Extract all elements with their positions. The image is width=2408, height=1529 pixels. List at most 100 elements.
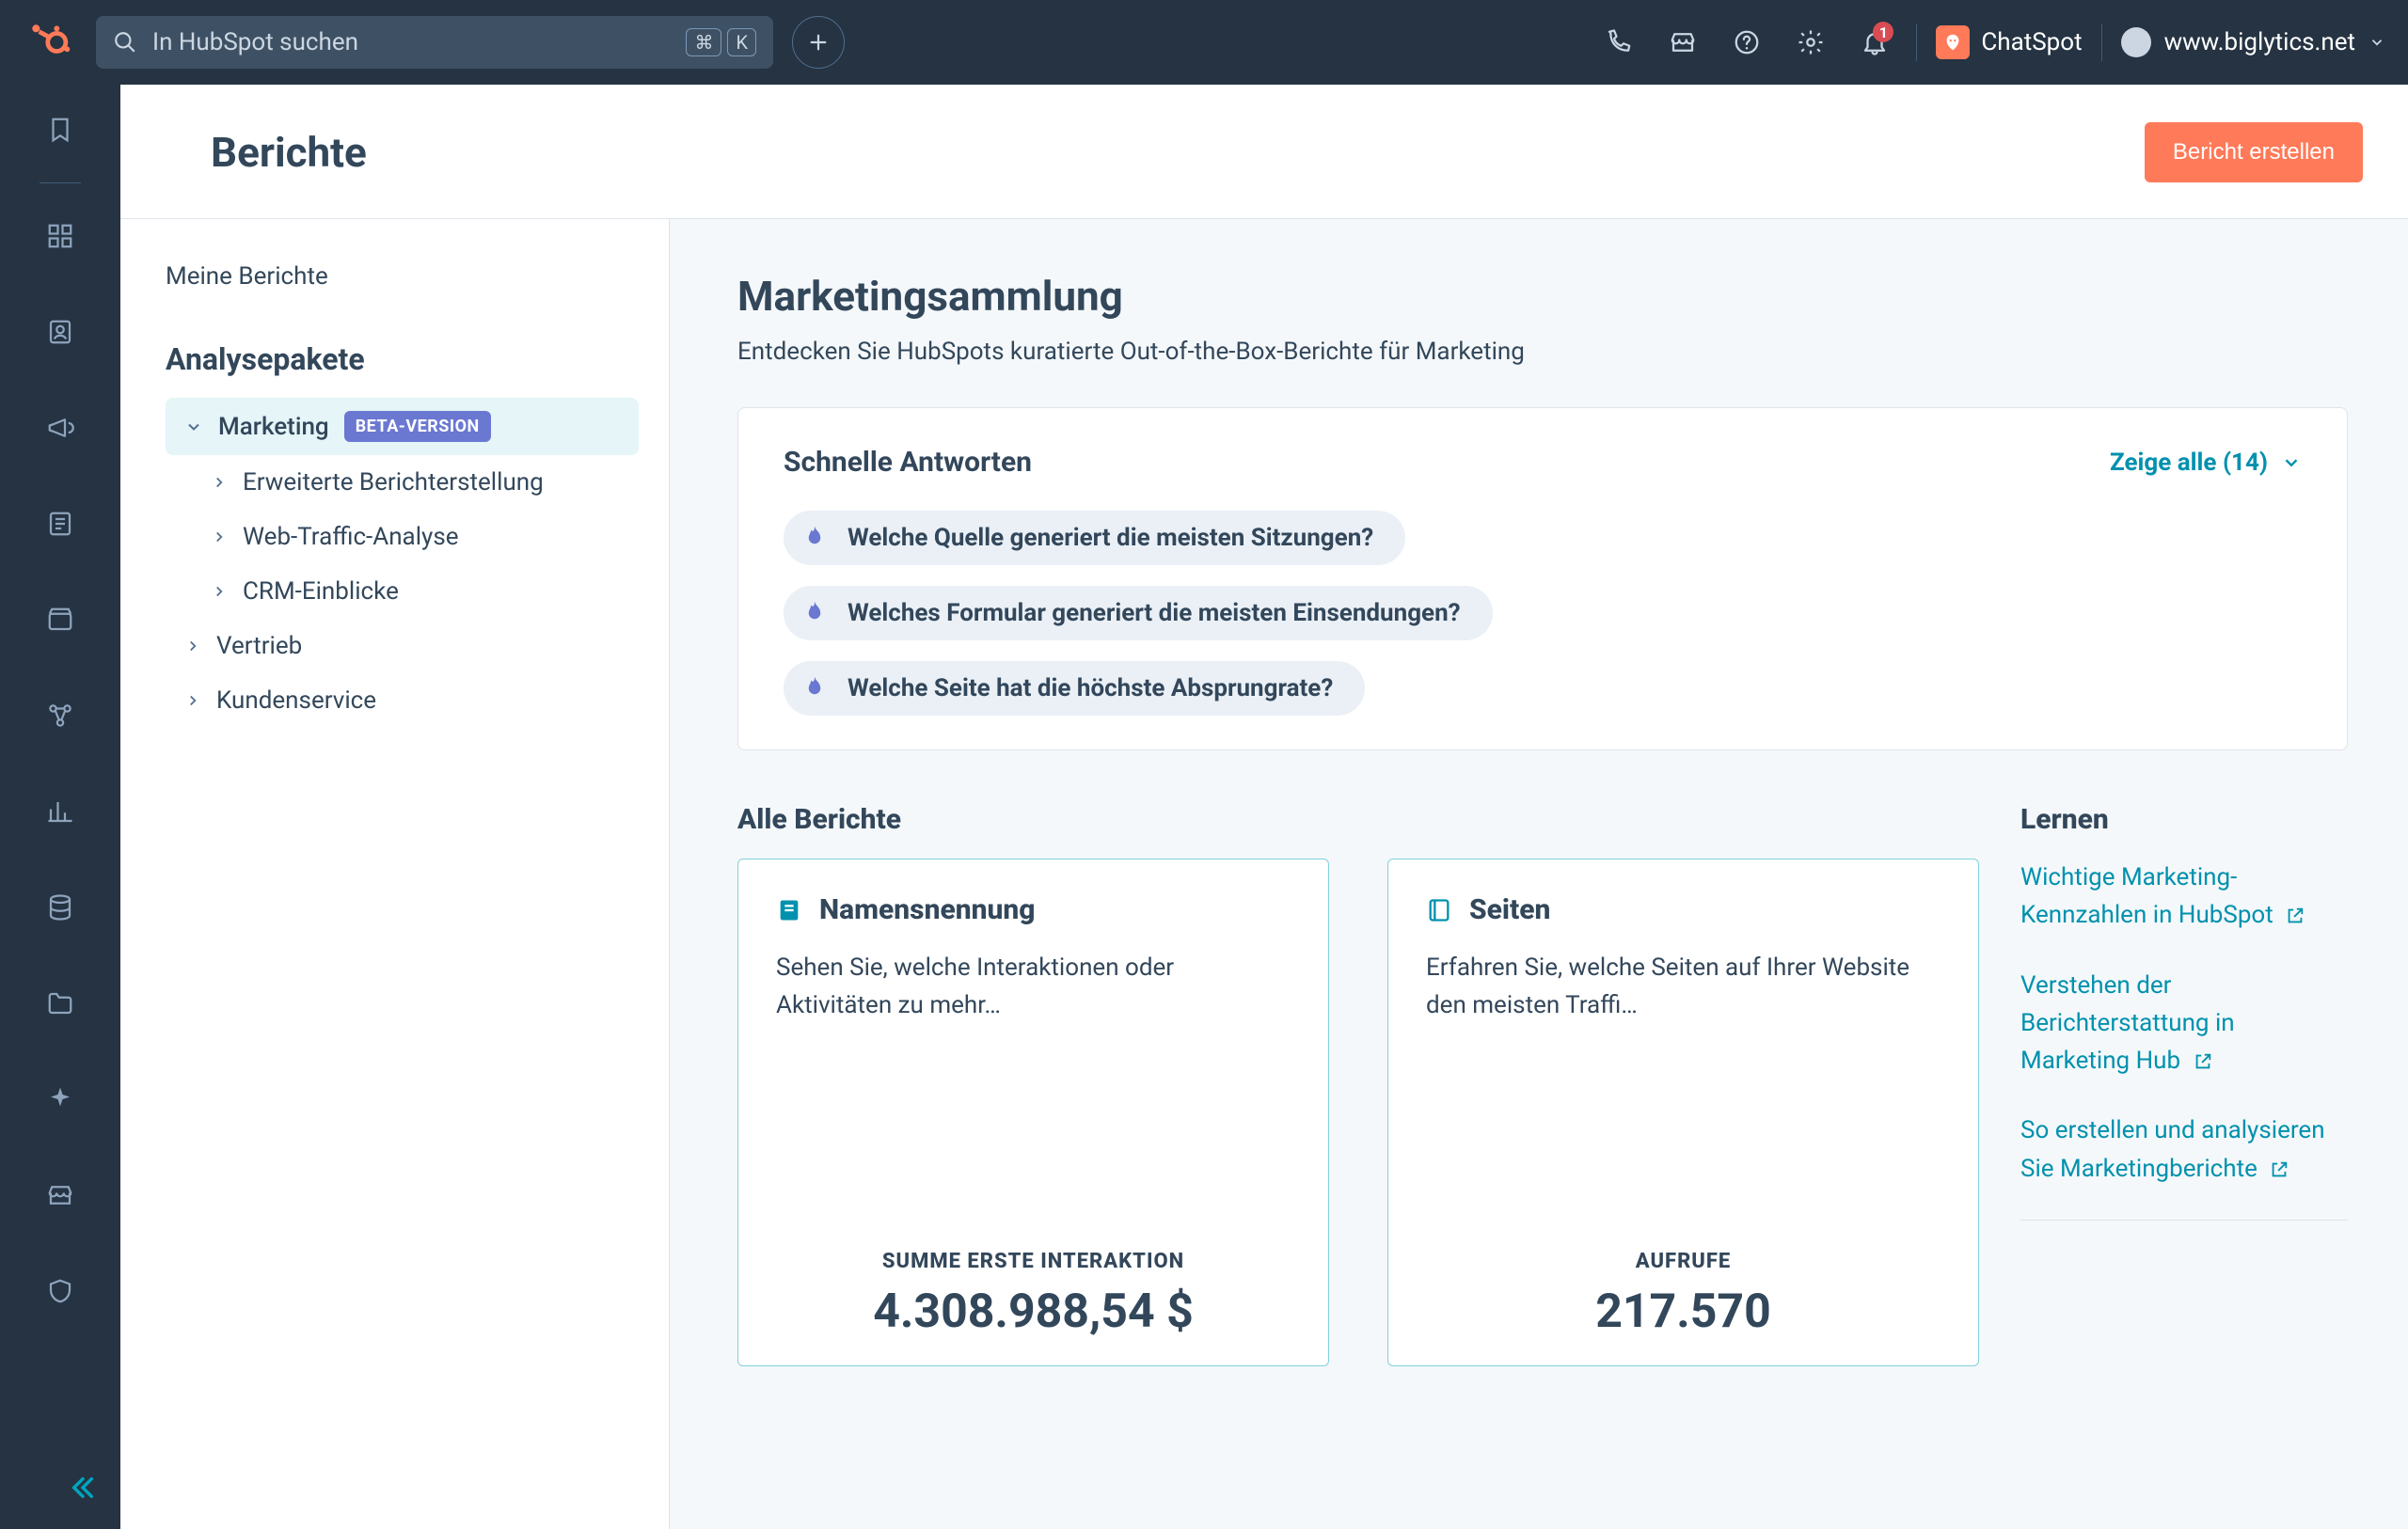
metric-label: AUFRUFE	[1426, 1250, 1941, 1273]
collapse-rail-icon[interactable]	[68, 1473, 98, 1503]
kbd-cmd-icon: ⌘	[686, 28, 721, 56]
sidebar-item-label: Vertrieb	[216, 632, 302, 660]
account-menu[interactable]: www.biglytics.net	[2121, 27, 2385, 57]
contacts-icon[interactable]	[40, 311, 81, 353]
external-link-icon	[2285, 906, 2305, 926]
chatspot-button[interactable]: ChatSpot	[1936, 25, 2082, 59]
hubspot-logo-icon[interactable]	[23, 15, 77, 70]
report-card-title: Seiten	[1469, 893, 1550, 926]
learn-link[interactable]: Wichtige Marketing-Kennzahlen in HubSpot	[2020, 859, 2348, 935]
report-card-pages[interactable]: Seiten Erfahren Sie, welche Seiten auf I…	[1387, 859, 1979, 1366]
bookmark-icon[interactable]	[40, 109, 81, 150]
chip-label: Welche Seite hat die höchste Absprungrat…	[848, 674, 1333, 702]
page-title: Berichte	[211, 128, 367, 177]
learn-heading: Lernen	[2020, 803, 2348, 836]
metric-label: SUMME ERSTE INTERAKTION	[776, 1250, 1291, 1273]
calling-icon[interactable]	[1596, 20, 1641, 65]
collection-subtitle: Entdecken Sie HubSpots kuratierte Out-of…	[737, 338, 2348, 366]
all-reports-heading: Alle Berichte	[737, 803, 1979, 836]
article-icon[interactable]	[40, 503, 81, 544]
global-search[interactable]: In HubSpot suchen ⌘ K	[96, 16, 773, 69]
avatar-icon	[2121, 27, 2151, 57]
sidebar-item-label: Web-Traffic-Analyse	[243, 523, 459, 551]
megaphone-icon[interactable]	[40, 407, 81, 449]
chip-label: Welches Formular generiert die meisten E…	[848, 599, 1461, 627]
sidebar-item-label: CRM-Einblicke	[243, 577, 399, 606]
flame-icon	[800, 674, 829, 702]
chevron-right-icon	[211, 583, 228, 600]
sidebar-item-advanced-reporting[interactable]: Erweiterte Berichterstellung	[192, 455, 639, 510]
commerce-icon[interactable]	[40, 599, 81, 640]
quick-answer-chip[interactable]: Welche Seite hat die höchste Absprungrat…	[784, 661, 1365, 716]
quick-answers-title: Schnelle Antworten	[784, 446, 1032, 479]
nav-divider	[1916, 24, 1917, 61]
kbd-k-icon: K	[727, 28, 756, 56]
account-label: www.biglytics.net	[2164, 28, 2355, 56]
notifications-badge: 1	[1873, 22, 1893, 42]
sidebar-item-marketing[interactable]: Marketing BETA-VERSION	[166, 398, 639, 455]
metric-value: 217.570	[1426, 1285, 1941, 1339]
sidebar-item-service[interactable]: Kundenservice	[166, 673, 639, 728]
external-link-icon	[2193, 1051, 2213, 1072]
search-icon	[113, 30, 137, 55]
sparkle-icon[interactable]	[40, 1079, 81, 1120]
external-link-icon	[2269, 1159, 2289, 1180]
collection-title: Marketingsammlung	[737, 272, 2348, 321]
shield-icon[interactable]	[40, 1270, 81, 1312]
report-sidebar: Meine Berichte Analysepakete Marketing B…	[120, 219, 670, 1529]
learn-link-label: Wichtige Marketing-Kennzahlen in HubSpot	[2020, 863, 2273, 929]
chatspot-label: ChatSpot	[1981, 28, 2082, 56]
create-report-button[interactable]: Bericht erstellen	[2145, 122, 2363, 182]
chevron-down-icon	[2281, 452, 2302, 473]
sidebar-item-label: Marketing	[218, 413, 329, 441]
folder-icon[interactable]	[40, 983, 81, 1024]
flame-icon	[800, 599, 829, 627]
report-card-attribution[interactable]: Namensnennung Sehen Sie, welche Interakt…	[737, 859, 1329, 1366]
sidebar-item-label: Erweiterte Berichterstellung	[243, 468, 544, 497]
flame-icon	[800, 524, 829, 552]
marketplace-icon[interactable]	[1660, 20, 1705, 65]
report-card-title: Namensnennung	[819, 893, 1035, 926]
chevron-right-icon	[184, 692, 201, 709]
notifications-icon[interactable]: 1	[1852, 20, 1897, 65]
chatspot-icon	[1936, 25, 1970, 59]
store-icon[interactable]	[40, 1174, 81, 1216]
quick-answer-chip[interactable]: Welches Formular generiert die meisten E…	[784, 586, 1493, 640]
chevron-right-icon	[211, 474, 228, 491]
metric-value: 4.308.988,54 $	[776, 1285, 1291, 1339]
nav-divider	[2101, 24, 2102, 61]
attribution-icon	[776, 897, 802, 923]
sidebar-item-sales[interactable]: Vertrieb	[166, 619, 639, 673]
my-reports-link[interactable]: Meine Berichte	[166, 262, 639, 291]
sidebar-item-label: Kundenservice	[216, 686, 376, 715]
quick-add-button[interactable]	[792, 16, 845, 69]
sidebar-item-web-traffic[interactable]: Web-Traffic-Analyse	[192, 510, 639, 564]
show-all-link[interactable]: Zeige alle (14)	[2110, 449, 2302, 477]
help-icon[interactable]	[1724, 20, 1769, 65]
chevron-right-icon	[184, 638, 201, 654]
learn-link[interactable]: Verstehen der Berichterstattung in Marke…	[2020, 967, 2348, 1080]
learn-link[interactable]: So erstellen und analysieren Sie Marketi…	[2020, 1111, 2348, 1188]
nav-rail	[0, 85, 120, 1529]
settings-icon[interactable]	[1788, 20, 1833, 65]
beta-badge: BETA-VERSION	[344, 411, 491, 442]
apps-icon[interactable]	[40, 215, 81, 257]
rail-divider	[40, 182, 81, 183]
search-placeholder: In HubSpot suchen	[152, 28, 671, 56]
chevron-down-icon	[184, 418, 203, 436]
quick-answer-chip[interactable]: Welche Quelle generiert die meisten Sitz…	[784, 511, 1405, 565]
divider	[2020, 1220, 2348, 1221]
database-icon[interactable]	[40, 887, 81, 928]
top-nav: In HubSpot suchen ⌘ K 1 ChatSpot www.big…	[0, 0, 2408, 85]
quick-answers-card: Schnelle Antworten Zeige alle (14) Welch…	[737, 407, 2348, 750]
content-area: Marketingsammlung Entdecken Sie HubSpots…	[670, 219, 2408, 1529]
chevron-down-icon	[2368, 34, 2385, 51]
automation-icon[interactable]	[40, 695, 81, 736]
reports-icon[interactable]	[40, 791, 81, 832]
report-card-desc: Erfahren Sie, welche Seiten auf Ihrer We…	[1426, 949, 1941, 1025]
chevron-right-icon	[211, 528, 228, 545]
sidebar-section-title: Analysepakete	[166, 341, 639, 377]
sidebar-item-crm-insights[interactable]: CRM-Einblicke	[192, 564, 639, 619]
pages-icon	[1426, 897, 1452, 923]
report-card-desc: Sehen Sie, welche Interaktionen oder Akt…	[776, 949, 1291, 1025]
